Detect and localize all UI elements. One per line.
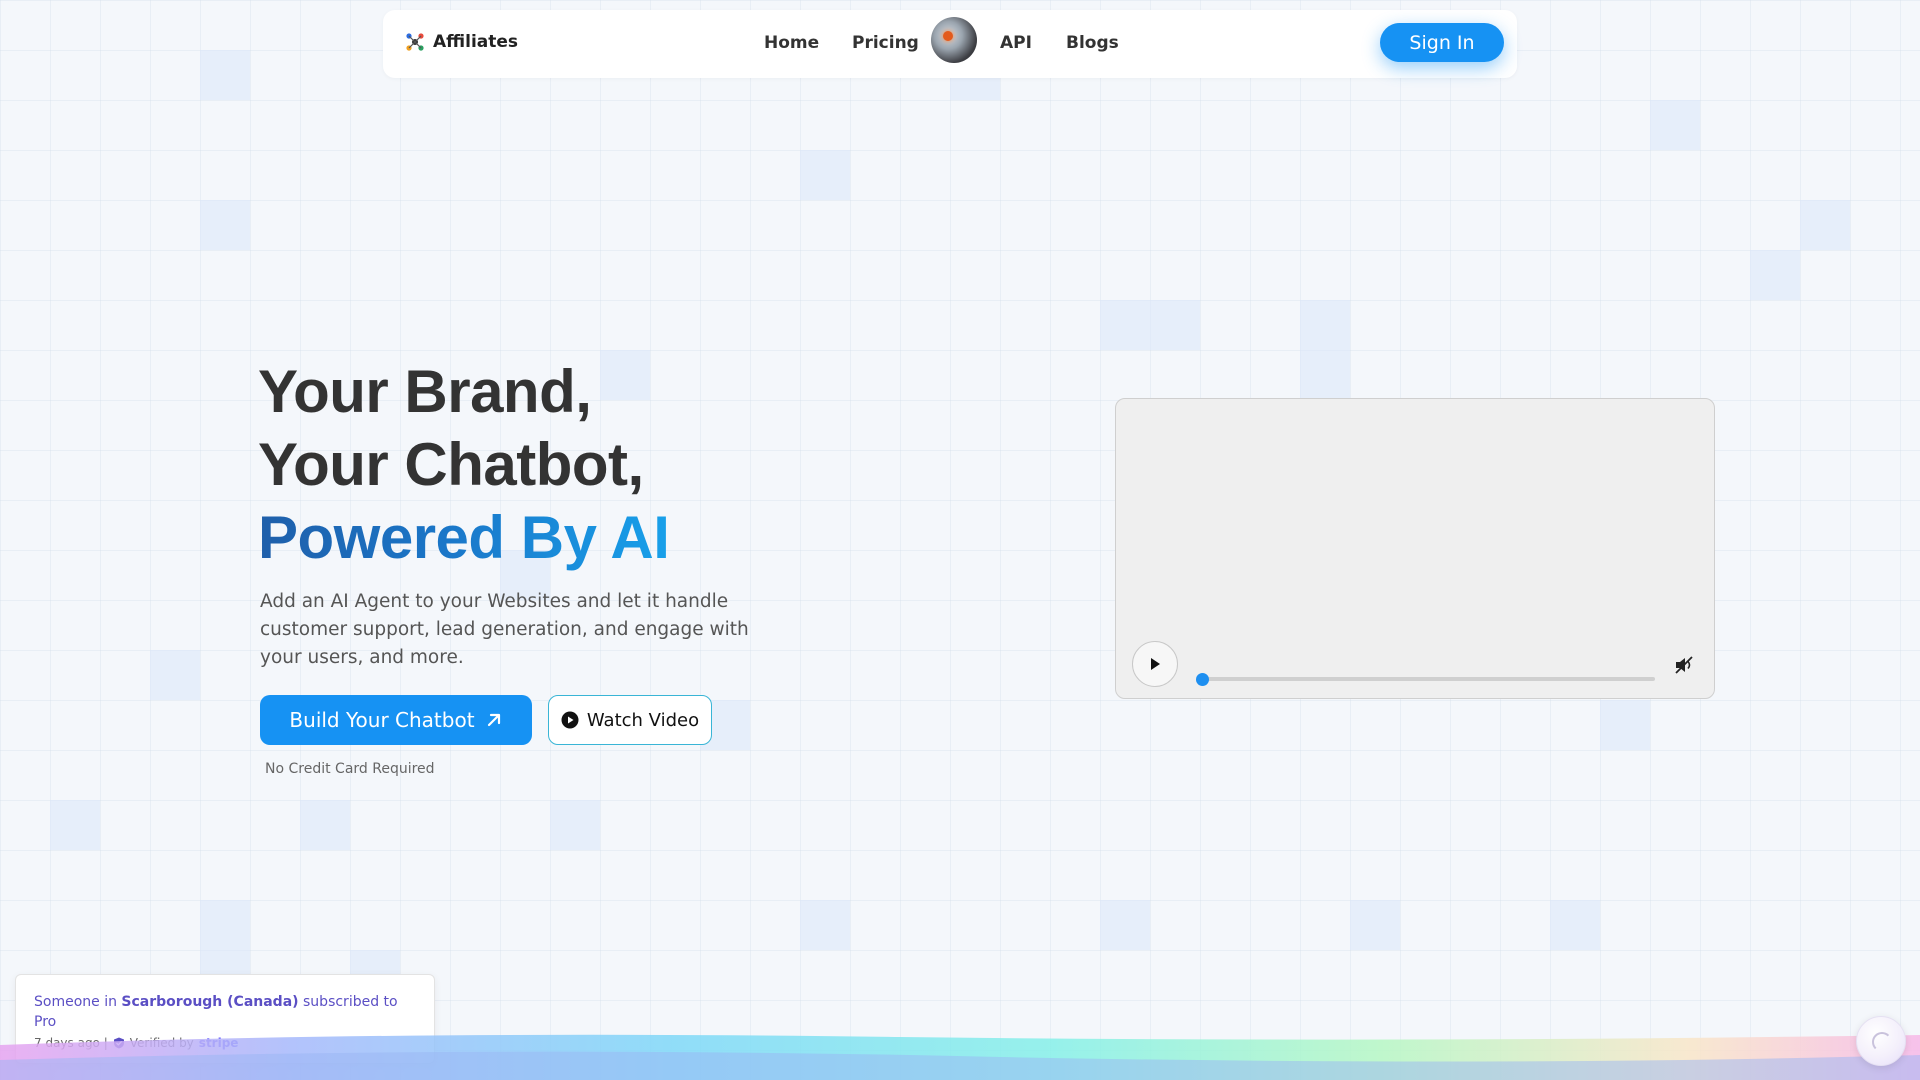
- hero-description: Add an AI Agent to your Websites and let…: [260, 591, 749, 668]
- video-progress-bar[interactable]: [1196, 673, 1655, 686]
- brand-label: Affiliates: [433, 32, 519, 52]
- build-chatbot-button[interactable]: Build Your Chatbot: [260, 695, 532, 745]
- arrow-up-right-icon: [487, 713, 500, 727]
- play-icon: [1151, 658, 1160, 670]
- robot-avatar: [931, 17, 977, 63]
- toast-location: Scarborough (Canada): [121, 994, 299, 1010]
- watch-video-button[interactable]: Watch Video: [548, 695, 712, 745]
- hero-title-line-3: Powered By AI: [258, 501, 670, 574]
- video-progress-thumb[interactable]: [1196, 673, 1209, 686]
- navbar: Affiliates Home Pricing API Blogs Sign I…: [383, 10, 1517, 78]
- video-player[interactable]: [1115, 398, 1715, 699]
- hero-title-line-2: Your Chatbot,: [258, 431, 644, 498]
- hero-title-line-1: Your Brand,: [258, 358, 592, 425]
- no-credit-card-note: No Credit Card Required: [265, 761, 435, 777]
- chat-icon: [1872, 1032, 1892, 1052]
- hero-title: Your Brand, Your Chatbot, Powered By AI: [258, 355, 670, 574]
- play-circle-icon: [561, 711, 579, 729]
- mute-icon[interactable]: [1673, 654, 1695, 676]
- build-chatbot-label: Build Your Chatbot: [289, 708, 475, 732]
- bottom-gradient-wave: [0, 1034, 1920, 1080]
- nav-link-api[interactable]: API: [1000, 33, 1032, 53]
- sign-in-button[interactable]: Sign In: [1380, 23, 1504, 62]
- video-play-button[interactable]: [1132, 641, 1178, 687]
- watch-video-label: Watch Video: [586, 709, 700, 731]
- brand[interactable]: Affiliates: [405, 32, 518, 52]
- nav-link-pricing[interactable]: Pricing: [852, 33, 919, 53]
- nav-link-home[interactable]: Home: [764, 33, 819, 53]
- nav-link-blogs[interactable]: Blogs: [1066, 33, 1119, 53]
- chat-widget-button[interactable]: [1856, 1016, 1906, 1066]
- affiliates-logo-icon: [406, 33, 424, 51]
